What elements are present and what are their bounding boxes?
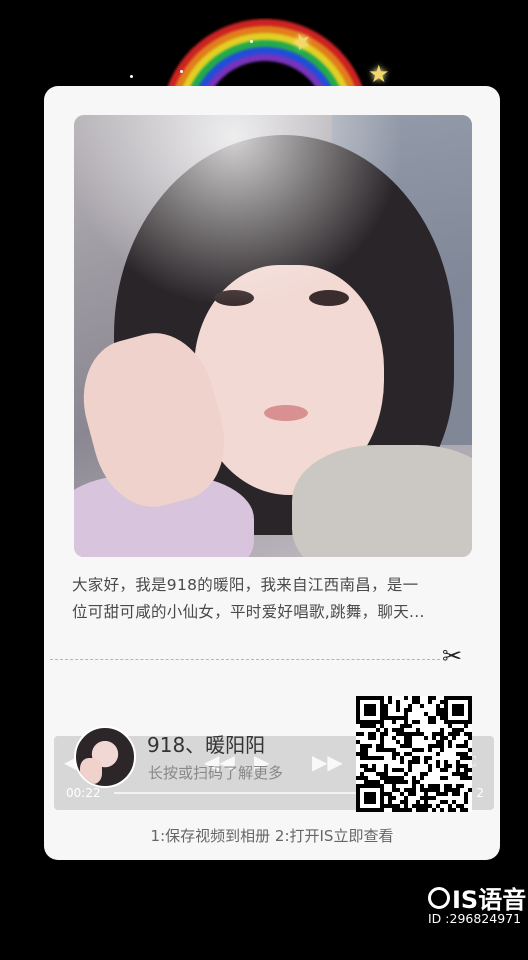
scan-hint: 长按或扫码了解更多 — [148, 764, 284, 782]
profile-description: 大家好，我是918的暖阳，我来自江西南昌，是一 位可甜可咸的小仙女，平时爱好唱歌… — [72, 572, 472, 626]
duration: 2 — [476, 786, 484, 800]
sparkle — [180, 70, 183, 73]
logo-text: IS语音 — [452, 886, 527, 914]
profile-photo[interactable] — [74, 115, 472, 557]
divider — [50, 659, 440, 660]
scissors-icon: ✂ — [442, 642, 463, 670]
qr-code[interactable] — [356, 696, 472, 812]
star-icon: ★ — [368, 60, 390, 88]
username: 918、暖阳阳 — [147, 733, 266, 757]
app-logo: IS语音 — [428, 880, 526, 915]
fast-forward-icon[interactable]: ▶▶ — [312, 750, 343, 774]
description-line: 大家好，我是918的暖阳，我来自江西南昌，是一 — [72, 576, 419, 594]
location-pin-icon — [428, 887, 450, 909]
save-instructions: 1:保存视频到相册 2:打开IS立即查看 — [150, 827, 394, 845]
current-time: 00:22 — [66, 786, 101, 800]
user-id: ID :296824971 — [428, 911, 522, 926]
avatar[interactable] — [74, 726, 136, 788]
share-card: 大家好，我是918的暖阳，我来自江西南昌，是一 位可甜可咸的小仙女，平时爱好唱歌… — [44, 86, 500, 860]
description-line: 位可甜可咸的小仙女，平时爱好唱歌,跳舞，聊天... — [72, 603, 425, 621]
sparkle — [250, 40, 253, 43]
sparkle — [130, 75, 133, 78]
